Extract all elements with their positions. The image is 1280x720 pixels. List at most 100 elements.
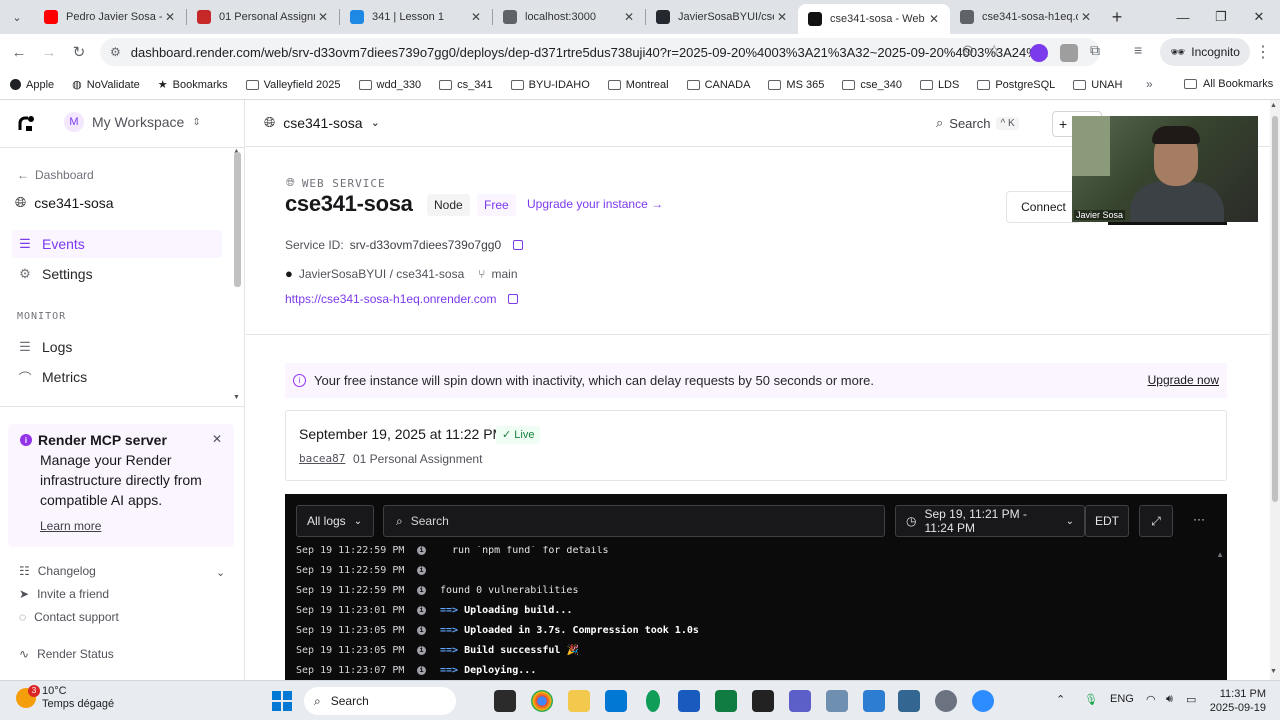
mongodb-icon[interactable] bbox=[646, 690, 660, 712]
browser-tab[interactable]: JavierSosaBYUI/cse3 ✕ bbox=[646, 0, 798, 34]
battery-icon[interactable]: ▭ bbox=[1186, 693, 1196, 706]
reload-icon[interactable]: ↻ bbox=[64, 43, 94, 61]
bookmark-item[interactable]: CANADA bbox=[686, 79, 750, 91]
settings-icon[interactable] bbox=[935, 690, 957, 712]
close-tab-icon[interactable]: ✕ bbox=[621, 10, 637, 24]
scroll-down-icon[interactable]: ▼ bbox=[233, 394, 240, 401]
wifi-icon[interactable]: ◠ bbox=[1146, 693, 1156, 706]
file-explorer-icon[interactable] bbox=[568, 690, 590, 712]
close-tab-icon[interactable]: ✕ bbox=[774, 10, 790, 24]
footer-link-invite-a-friend[interactable]: ➤ Invite a friend bbox=[19, 587, 109, 601]
sidebar-item-settings[interactable]: ⚙ Settings bbox=[12, 260, 222, 288]
close-tab-icon[interactable]: ✕ bbox=[162, 10, 178, 24]
postgresql-icon[interactable] bbox=[898, 690, 920, 712]
browser-tab[interactable]: 01 Personal Assignm ✕ bbox=[187, 0, 339, 34]
close-icon[interactable]: ✕ bbox=[212, 432, 222, 446]
connect-button[interactable]: Connect bbox=[1006, 191, 1081, 223]
eye-off-icon[interactable]: ◎ bbox=[962, 42, 973, 58]
fullscreen-icon[interactable]: ⤢ bbox=[1139, 505, 1173, 537]
upgrade-instance-link[interactable]: Upgrade your instance → bbox=[527, 197, 663, 211]
browser-tab[interactable]: cse341-sosa - Web S ✕ bbox=[798, 4, 950, 34]
incognito-indicator[interactable]: 🕶 Incognito bbox=[1160, 38, 1250, 66]
clock[interactable]: 11:31 PM 2025-09-19 bbox=[1206, 687, 1266, 715]
excel-icon[interactable] bbox=[715, 690, 737, 712]
sidebar-item-events[interactable]: ☰ Events bbox=[12, 230, 222, 258]
bookmark-star-icon[interactable]: ☆ bbox=[988, 42, 1001, 59]
render-logo-icon[interactable] bbox=[16, 114, 36, 134]
browser-tab[interactable]: cse341-sosa-h1eq.or ✕ bbox=[950, 0, 1102, 34]
more-options-icon[interactable]: ··· bbox=[1193, 512, 1205, 526]
vscode-icon[interactable] bbox=[605, 690, 627, 712]
bookmark-item[interactable]: BYU-IDAHO bbox=[510, 79, 590, 91]
sidebar-service[interactable]: 🌐︎ cse341-sosa bbox=[15, 194, 114, 211]
copy-icon[interactable] bbox=[508, 294, 519, 304]
calculator-icon[interactable] bbox=[863, 690, 885, 712]
url-field[interactable]: ⚙ dashboard.render.com/web/srv-d33ovm7di… bbox=[100, 38, 1100, 66]
browser-menu-icon[interactable]: ⋮ bbox=[1255, 42, 1271, 62]
footer-link-render-status[interactable]: ∿ Render Status bbox=[19, 647, 114, 661]
repo-link[interactable]: JavierSosaBYUI / cse341-sosa bbox=[299, 267, 464, 281]
log-filter-dropdown[interactable]: All logs ⌄ bbox=[296, 505, 374, 537]
volume-icon[interactable]: 🔊︎ bbox=[1166, 693, 1173, 706]
bookmark-item[interactable]: ◍ NoValidate bbox=[72, 78, 140, 92]
bookmark-item[interactable]: cs_341 bbox=[439, 79, 493, 91]
bookmark-item[interactable]: UNAH bbox=[1073, 79, 1122, 91]
microphone-icon[interactable]: 🎙︎ bbox=[1084, 693, 1098, 706]
snipping-tool-icon[interactable] bbox=[826, 690, 848, 712]
bookmark-item[interactable]: LDS bbox=[919, 79, 959, 91]
bookmark-item[interactable]: Valleyfield 2025 bbox=[245, 79, 341, 91]
bookmark-item[interactable]: ★ Bookmarks bbox=[158, 78, 228, 92]
sidebar-scrollbar[interactable] bbox=[234, 152, 241, 287]
close-tab-icon[interactable]: ✕ bbox=[468, 10, 484, 24]
chevron-up-icon[interactable]: ⌃ bbox=[1056, 693, 1065, 706]
copy-icon[interactable] bbox=[513, 240, 524, 250]
forward-icon[interactable]: → bbox=[34, 44, 64, 61]
bookmark-item[interactable]: Montreal bbox=[607, 79, 669, 91]
browser-tab[interactable]: Pedro Javier Sosa - Y✕ bbox=[34, 0, 186, 34]
tab-search-icon[interactable]: ⌄ bbox=[0, 0, 34, 34]
task-view-icon[interactable] bbox=[494, 690, 516, 712]
commit-hash-link[interactable]: bacea87 bbox=[299, 452, 345, 465]
scroll-up-icon[interactable]: ▲ bbox=[1270, 102, 1277, 109]
zoom-icon[interactable] bbox=[972, 690, 994, 712]
notes-icon[interactable] bbox=[752, 690, 774, 712]
upgrade-now-link[interactable]: Upgrade now bbox=[1148, 373, 1219, 387]
timezone-button[interactable]: EDT bbox=[1085, 505, 1129, 537]
scroll-down-icon[interactable]: ▼ bbox=[1270, 668, 1277, 675]
log-search-input[interactable]: ⌕ Search bbox=[383, 505, 885, 537]
service-url-link[interactable]: https://cse341-sosa-h1eq.onrender.com bbox=[285, 292, 496, 306]
footer-link-contact-support[interactable]: ◌ Contact support bbox=[19, 610, 119, 624]
deploy-card[interactable]: September 19, 2025 at 11:22 PM ✓ Live ba… bbox=[285, 410, 1227, 481]
chevron-down-icon[interactable]: ⌄ bbox=[216, 566, 225, 579]
log-range-picker[interactable]: ◷ Sep 19, 11:21 PM - 11:24 PM ⌄ bbox=[895, 505, 1085, 537]
scrollbar-thumb[interactable] bbox=[1272, 116, 1278, 502]
bookmark-item[interactable]: cse_340 bbox=[842, 79, 902, 91]
learn-more-link[interactable]: Learn more bbox=[40, 519, 224, 533]
extension-icon[interactable] bbox=[1030, 44, 1048, 62]
all-bookmarks[interactable]: All Bookmarks bbox=[1184, 78, 1273, 90]
page-scrollbar[interactable] bbox=[1270, 100, 1280, 680]
bookmark-item[interactable]: MS 365 bbox=[768, 79, 824, 91]
back-icon[interactable]: ← bbox=[4, 44, 34, 61]
sidebar-item-metrics[interactable]: ⌒ Metrics bbox=[12, 363, 222, 391]
site-info-icon[interactable]: ⚙ bbox=[110, 45, 121, 59]
extension-icon[interactable] bbox=[1060, 44, 1078, 62]
workspace-switcher[interactable]: M My Workspace ⇕ bbox=[64, 112, 201, 132]
new-tab-button[interactable]: + bbox=[1102, 7, 1132, 28]
teams-icon[interactable] bbox=[789, 690, 811, 712]
word-icon[interactable] bbox=[678, 690, 700, 712]
close-tab-icon[interactable]: ✕ bbox=[1078, 10, 1094, 24]
back-to-dashboard[interactable]: ← Dashboard bbox=[17, 168, 94, 182]
more-bookmarks-icon[interactable]: » bbox=[1146, 77, 1153, 91]
sidebar-item-logs[interactable]: ☰ Logs bbox=[12, 333, 222, 361]
chrome-icon[interactable] bbox=[531, 690, 553, 712]
browser-tab[interactable]: localhost:3000 ✕ bbox=[493, 0, 645, 34]
scroll-up-icon[interactable]: ▲ bbox=[1216, 550, 1224, 559]
taskbar-search[interactable]: ⌕ Search bbox=[304, 687, 456, 715]
close-tab-icon[interactable]: ✕ bbox=[315, 10, 331, 24]
extensions-puzzle-icon[interactable]: ⧉ bbox=[1090, 42, 1100, 59]
bookmark-item[interactable]: wdd_330 bbox=[358, 79, 421, 91]
close-tab-icon[interactable]: ✕ bbox=[926, 12, 942, 26]
footer-link-changelog[interactable]: ☷ Changelog bbox=[19, 564, 96, 578]
bookmark-item[interactable]: PostgreSQL bbox=[977, 79, 1055, 91]
